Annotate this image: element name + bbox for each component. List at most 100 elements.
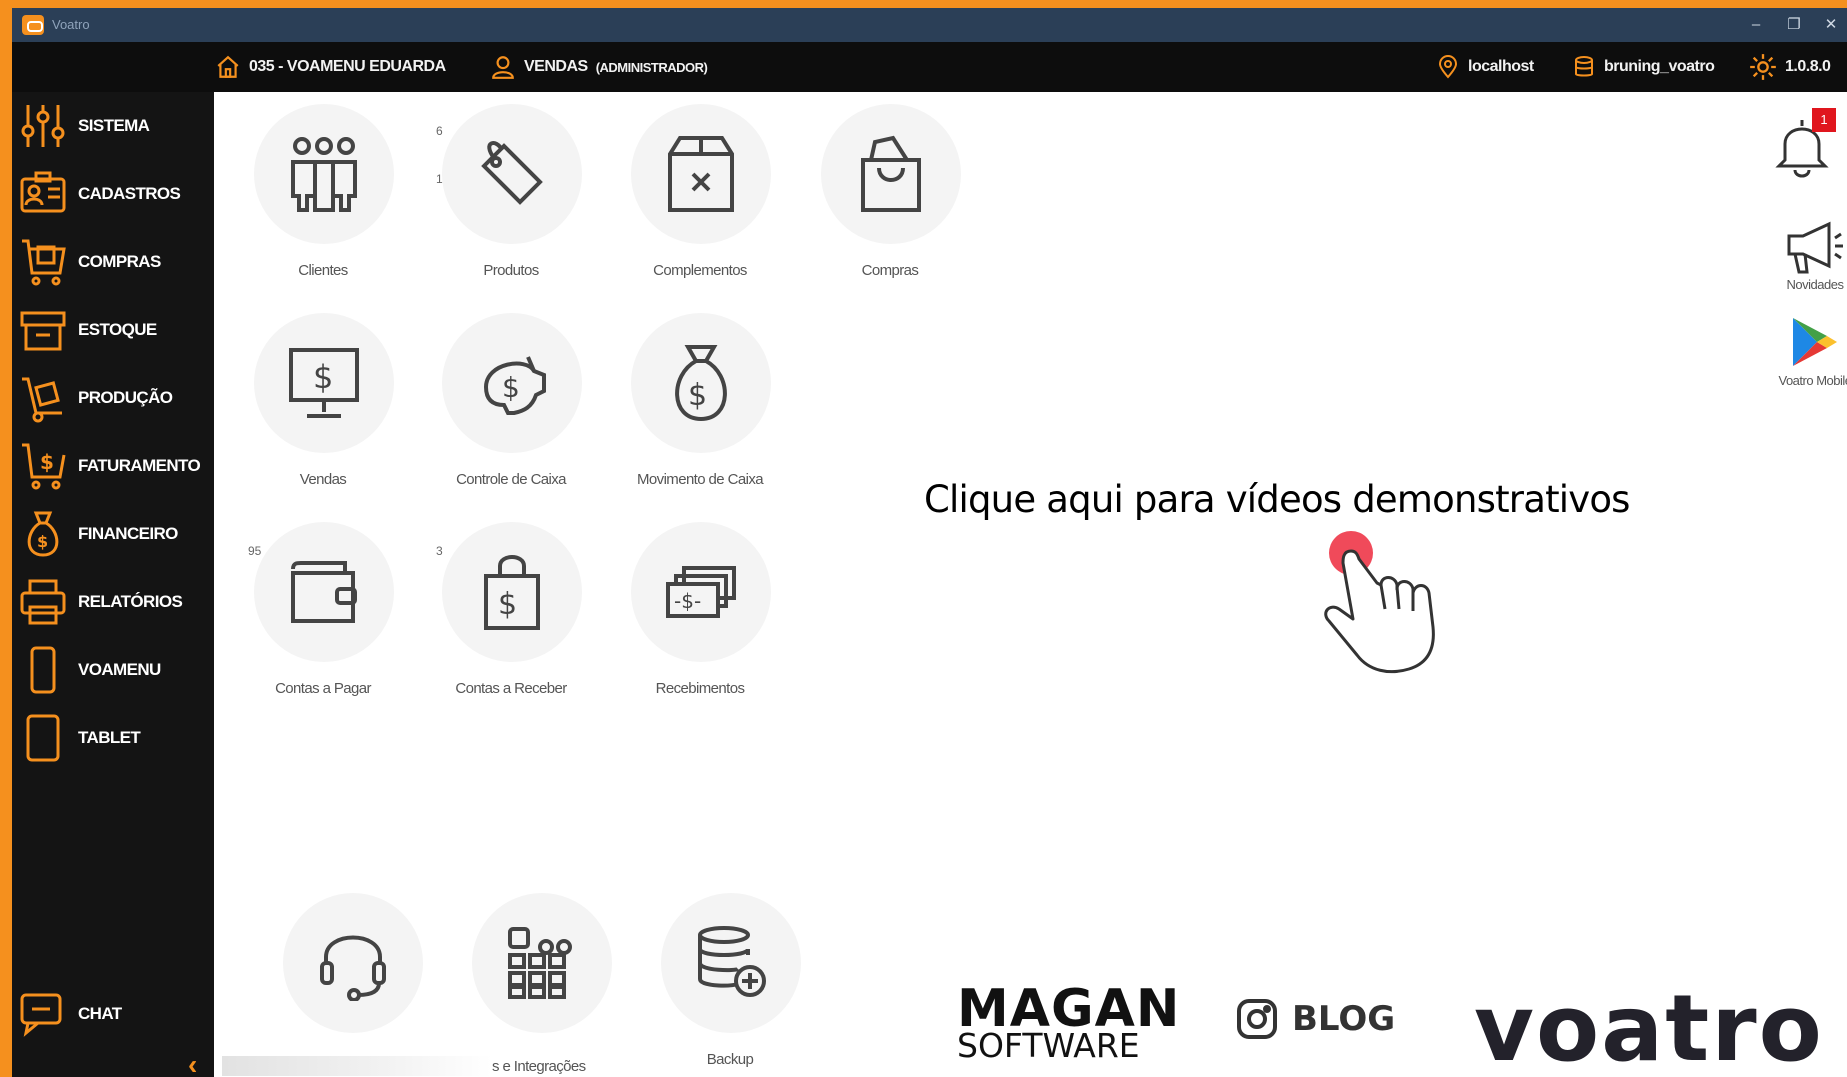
minimize-icon[interactable]: – <box>1745 14 1767 36</box>
tile-clientes[interactable]: Clientes <box>248 104 398 304</box>
sidebar-label: CHAT <box>78 1004 122 1023</box>
clientes-circle <box>254 104 394 244</box>
tile-label: Produtos <box>483 262 539 279</box>
location-selector[interactable]: 035 - VOAMENU EDUARDA <box>215 42 446 92</box>
shopping-cart-icon <box>22 239 66 286</box>
voatro-logo[interactable]: voatro <box>1474 983 1824 1075</box>
svg-text:$: $ <box>688 378 707 413</box>
tile-label: Contas a Receber <box>455 680 567 697</box>
tablet-icon <box>26 714 60 762</box>
collapse-sidebar-button[interactable]: ‹ <box>188 1049 197 1077</box>
sidebar-item-producao[interactable]: PRODUÇÃO <box>12 366 214 430</box>
sidebar-item-sistema[interactable]: SISTEMA <box>12 94 214 158</box>
tile-suporte[interactable] <box>277 893 427 1077</box>
id-card-icon <box>20 171 66 213</box>
compras-circle <box>821 104 961 244</box>
sidebar-item-tablet[interactable]: TABLET <box>12 706 214 770</box>
price-tag-icon <box>481 141 543 205</box>
tile-movimento-caixa[interactable]: $ Movimento de Caixa <box>625 313 775 513</box>
tile-label: Controle de Caixa <box>456 471 566 488</box>
box-x-icon <box>668 136 734 212</box>
instagram-icon <box>1237 999 1277 1039</box>
sidebar-item-voamenu[interactable]: VOAMENU <box>12 638 214 702</box>
sidebar-item-relatorios[interactable]: RELATÓRIOS <box>12 570 214 634</box>
videos-demo-link[interactable]: Clique aqui para vídeos demonstrativos <box>924 478 1630 521</box>
voatro-mobile-label: Voatro Mobile <box>1778 373 1847 388</box>
complementos-circle <box>631 104 771 244</box>
sidebar-label: COMPRAS <box>78 252 161 271</box>
server-indicator[interactable]: localhost <box>1436 42 1534 92</box>
home-icon <box>217 55 239 78</box>
tile-label: Contas a Pagar <box>275 680 371 697</box>
sidebar-label: SISTEMA <box>78 116 150 135</box>
tile-label: Clientes <box>298 262 348 279</box>
sidebar-item-faturamento[interactable]: $ FATURAMENTO <box>12 434 214 498</box>
money-bag-icon: $ <box>675 345 727 422</box>
tile-recebimentos[interactable]: -$- Recebimentos <box>625 522 775 722</box>
user-role-sub: (ADMINISTRADOR) <box>595 59 708 75</box>
svg-text:$: $ <box>313 358 333 396</box>
integracoes-label: s e Integrações <box>492 1058 586 1075</box>
tile-contas-receber[interactable]: 3 $ Contas a Receber <box>436 522 586 722</box>
people-group-icon <box>291 137 357 212</box>
svg-text:$: $ <box>502 371 520 404</box>
tile-label: Complementos <box>653 262 747 279</box>
sidebar-label: CADASTROS <box>78 184 181 203</box>
tile-contas-pagar[interactable]: 95 Contas a Pagar <box>248 522 398 722</box>
gear-icon <box>1750 54 1776 80</box>
sidebar-label: ESTOQUE <box>78 320 157 339</box>
tile-compras[interactable]: Compras <box>815 104 965 304</box>
bag-dollar-icon: $ <box>484 555 540 630</box>
movimento-caixa-circle: $ <box>631 313 771 453</box>
window-title: Voatro <box>52 17 90 32</box>
sidebar-label: FATURAMENTO <box>78 456 201 475</box>
svg-text:$: $ <box>37 532 48 551</box>
database-add-icon <box>698 926 766 997</box>
megaphone-icon <box>1787 221 1843 274</box>
sidebar-label: VOAMENU <box>78 660 161 679</box>
voatro-mobile-button[interactable]: Voatro Mobile <box>1770 314 1847 388</box>
sidebar-item-cadastros[interactable]: CADASTROS <box>12 162 214 226</box>
title-bar: Voatro – ❐ ✕ <box>12 8 1847 42</box>
database-icon <box>1575 56 1593 77</box>
restore-icon[interactable]: ❐ <box>1783 14 1805 36</box>
tile-backup[interactable]: Backup <box>655 893 805 1077</box>
magan-software-logo[interactable]: MAGAN SOFTWARE <box>957 983 1180 1062</box>
sidebar-label: PRODUÇÃO <box>78 388 173 407</box>
wallet-icon <box>291 561 357 623</box>
sliders-icon <box>21 105 65 147</box>
version-indicator[interactable]: 1.0.8.0 <box>1749 42 1831 92</box>
blog-link[interactable]: BLOG <box>1236 998 1395 1040</box>
svg-text:-$-: -$- <box>674 589 701 613</box>
notifications-badge: 1 <box>1812 108 1836 132</box>
monitor-dollar-icon: $ <box>289 348 359 418</box>
contas-pagar-badge: 95 <box>248 544 262 558</box>
cash-stack-icon: -$- <box>666 566 736 618</box>
tile-vendas[interactable]: $ Vendas <box>248 313 398 513</box>
tile-controle-caixa[interactable]: $ Controle de Caixa <box>436 313 586 513</box>
sidebar-item-financeiro[interactable]: $ FINANCEIRO <box>12 502 214 566</box>
user-selector[interactable]: VENDAS (ADMINISTRADOR) <box>490 42 708 92</box>
sidebar-item-chat[interactable]: CHAT <box>12 982 214 1046</box>
database-name: bruning_voatro <box>1604 58 1715 75</box>
smartphone-icon <box>30 646 56 694</box>
backup-circle <box>661 893 801 1033</box>
blog-label: BLOG <box>1292 999 1396 1039</box>
contas-pagar-circle <box>254 522 394 662</box>
tile-complementos[interactable]: Complementos <box>625 104 775 304</box>
printer-icon <box>20 579 66 625</box>
sidebar-item-compras[interactable]: COMPRAS <box>12 230 214 294</box>
sidebar-item-estoque[interactable]: ESTOQUE <box>12 298 214 362</box>
vendas-circle: $ <box>254 313 394 453</box>
novidades-button[interactable]: Novidades <box>1770 220 1847 292</box>
tile-label: Backup <box>706 1051 754 1068</box>
app-window: Voatro – ❐ ✕ 035 - VOAMENU EDUARDA VENDA… <box>12 8 1847 1077</box>
database-indicator[interactable]: bruning_voatro <box>1572 42 1715 92</box>
tile-integracoes[interactable] <box>466 893 616 1077</box>
tile-produtos[interactable]: 6 1 Produtos <box>436 104 586 304</box>
orange-frame: Voatro – ❐ ✕ 035 - VOAMENU EDUARDA VENDA… <box>0 0 1847 1077</box>
tile-label: Vendas <box>299 471 347 488</box>
box-icon <box>20 311 66 351</box>
headset-icon <box>320 935 386 1001</box>
close-icon[interactable]: ✕ <box>1820 14 1842 36</box>
